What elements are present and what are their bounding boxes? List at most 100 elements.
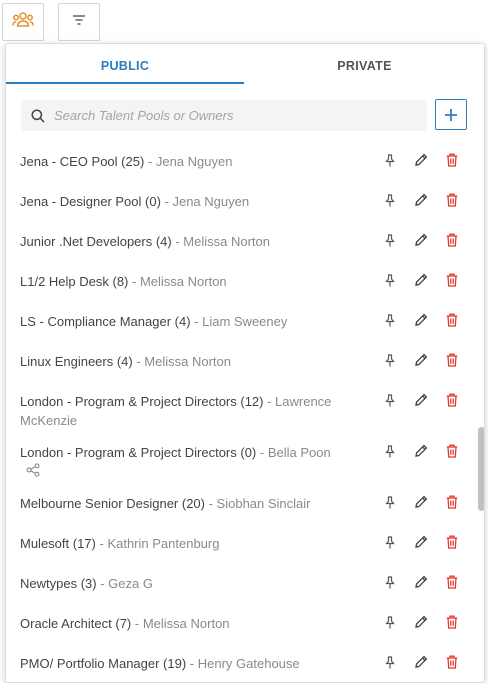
edit-pencil-icon[interactable] [413, 192, 429, 208]
talent-pool-row[interactable]: PMO/ Portfolio Manager (19) - Henry Gate… [6, 644, 476, 683]
pin-icon[interactable] [382, 654, 398, 670]
pool-name: Jena - Designer Pool (0) [20, 194, 161, 209]
edit-pencil-icon[interactable] [413, 152, 429, 168]
pool-text[interactable]: Linux Engineers (4) - Melissa Norton [20, 352, 370, 371]
talent-pool-row[interactable]: Junior .Net Developers (4) - Melissa Nor… [6, 222, 476, 262]
talent-pool-row[interactable]: LS - Compliance Manager (4) - Liam Sween… [6, 302, 476, 342]
edit-pencil-icon[interactable] [413, 494, 429, 510]
owner-separator: - [172, 234, 184, 249]
talent-pool-row[interactable]: L1/2 Help Desk (8) - Melissa Norton [6, 262, 476, 302]
row-actions [382, 534, 462, 552]
talent-pool-row[interactable]: Jena - Designer Pool (0) - Jena Nguyen [6, 182, 476, 222]
pin-icon[interactable] [382, 443, 398, 459]
pool-text[interactable]: Newtypes (3) - Geza G [20, 574, 370, 593]
pin-icon[interactable] [382, 352, 398, 368]
pool-name: LS - Compliance Manager (4) [20, 314, 191, 329]
search-input[interactable] [52, 107, 416, 124]
owner-separator: - [186, 656, 198, 671]
talent-pool-row[interactable]: Jena - CEO Pool (25) - Jena Nguyen [6, 142, 476, 182]
pool-text[interactable]: L1/2 Help Desk (8) - Melissa Norton [20, 272, 370, 291]
delete-trash-icon[interactable] [444, 392, 460, 408]
row-actions [382, 392, 462, 410]
tab-private[interactable]: PRIVATE [245, 44, 484, 82]
pool-text[interactable]: Melbourne Senior Designer (20) - Siobhan… [20, 494, 370, 513]
pool-text[interactable]: London - Program & Project Directors (0)… [20, 443, 370, 462]
owner-separator: - [128, 274, 140, 289]
edit-pencil-icon[interactable] [413, 312, 429, 328]
edit-pencil-icon[interactable] [413, 574, 429, 590]
pin-icon[interactable] [382, 232, 398, 248]
search-icon [31, 109, 45, 123]
pool-text[interactable]: Mulesoft (17) - Kathrin Pantenburg [20, 534, 370, 553]
owner-separator: - [133, 354, 145, 369]
pool-name: London - Program & Project Directors (0) [20, 445, 256, 460]
delete-trash-icon[interactable] [444, 614, 460, 630]
pool-text[interactable]: London - Program & Project Directors (12… [20, 392, 370, 430]
delete-trash-icon[interactable] [444, 192, 460, 208]
pool-name: Melbourne Senior Designer (20) [20, 496, 205, 511]
filter-button[interactable] [58, 3, 100, 41]
filter-lines-icon [72, 13, 86, 31]
pool-name: Jena - CEO Pool (25) [20, 154, 144, 169]
talent-pools-button[interactable] [2, 3, 44, 41]
edit-pencil-icon[interactable] [413, 534, 429, 550]
talent-pool-row[interactable]: Linux Engineers (4) - Melissa Norton [6, 342, 476, 382]
pool-text[interactable]: Jena - CEO Pool (25) - Jena Nguyen [20, 152, 370, 171]
pool-owner: Siobhan Sinclair [217, 496, 311, 511]
delete-trash-icon[interactable] [444, 272, 460, 288]
owner-separator: - [96, 536, 108, 551]
row-actions [382, 352, 462, 370]
talent-pool-row[interactable]: Mulesoft (17) - Kathrin Pantenburg [6, 524, 476, 564]
pool-owner: Jena Nguyen [156, 154, 233, 169]
delete-trash-icon[interactable] [444, 152, 460, 168]
pin-icon[interactable] [382, 534, 398, 550]
edit-pencil-icon[interactable] [413, 392, 429, 408]
row-actions [382, 574, 462, 592]
delete-trash-icon[interactable] [444, 232, 460, 248]
pin-icon[interactable] [382, 392, 398, 408]
pool-text[interactable]: Jena - Designer Pool (0) - Jena Nguyen [20, 192, 370, 211]
search-box [21, 100, 427, 131]
edit-pencil-icon[interactable] [413, 614, 429, 630]
delete-trash-icon[interactable] [444, 352, 460, 368]
pool-owner: Liam Sweeney [202, 314, 287, 329]
pin-icon[interactable] [382, 614, 398, 630]
edit-pencil-icon[interactable] [413, 272, 429, 288]
edit-pencil-icon[interactable] [413, 654, 429, 670]
tab-public[interactable]: PUBLIC [6, 44, 244, 84]
owner-separator: - [97, 576, 109, 591]
pool-text[interactable]: PMO/ Portfolio Manager (19) - Henry Gate… [20, 654, 370, 673]
scrollbar-thumb[interactable] [478, 427, 485, 511]
pool-text[interactable]: LS - Compliance Manager (4) - Liam Sween… [20, 312, 370, 331]
pool-text[interactable]: Junior .Net Developers (4) - Melissa Nor… [20, 232, 370, 251]
talent-pool-row[interactable]: Oracle Architect (7) - Melissa Norton [6, 604, 476, 644]
delete-trash-icon[interactable] [444, 312, 460, 328]
row-actions [382, 494, 462, 512]
pin-icon[interactable] [382, 312, 398, 328]
add-talent-pool-button[interactable] [435, 99, 467, 130]
owner-separator: - [144, 154, 156, 169]
owner-separator: - [263, 394, 275, 409]
pin-icon[interactable] [382, 494, 398, 510]
delete-trash-icon[interactable] [444, 494, 460, 510]
list-scrollbar[interactable] [478, 154, 485, 682]
delete-trash-icon[interactable] [444, 534, 460, 550]
edit-pencil-icon[interactable] [413, 443, 429, 459]
edit-pencil-icon[interactable] [413, 352, 429, 368]
pin-icon[interactable] [382, 192, 398, 208]
pool-text[interactable]: Oracle Architect (7) - Melissa Norton [20, 614, 370, 633]
delete-trash-icon[interactable] [444, 654, 460, 670]
talent-pool-row[interactable]: Melbourne Senior Designer (20) - Siobhan… [6, 484, 476, 524]
talent-pool-list: Jena - CEO Pool (25) - Jena NguyenJena -… [6, 142, 476, 683]
pin-icon[interactable] [382, 272, 398, 288]
talent-pool-row[interactable]: London - Program & Project Directors (0)… [6, 433, 476, 484]
talent-pool-row[interactable]: London - Program & Project Directors (12… [6, 382, 476, 433]
delete-trash-icon[interactable] [444, 443, 460, 459]
pool-owner: Bella Poon [268, 445, 331, 460]
delete-trash-icon[interactable] [444, 574, 460, 590]
row-actions [382, 192, 462, 210]
talent-pool-row[interactable]: Newtypes (3) - Geza G [6, 564, 476, 604]
pin-icon[interactable] [382, 574, 398, 590]
pin-icon[interactable] [382, 152, 398, 168]
edit-pencil-icon[interactable] [413, 232, 429, 248]
